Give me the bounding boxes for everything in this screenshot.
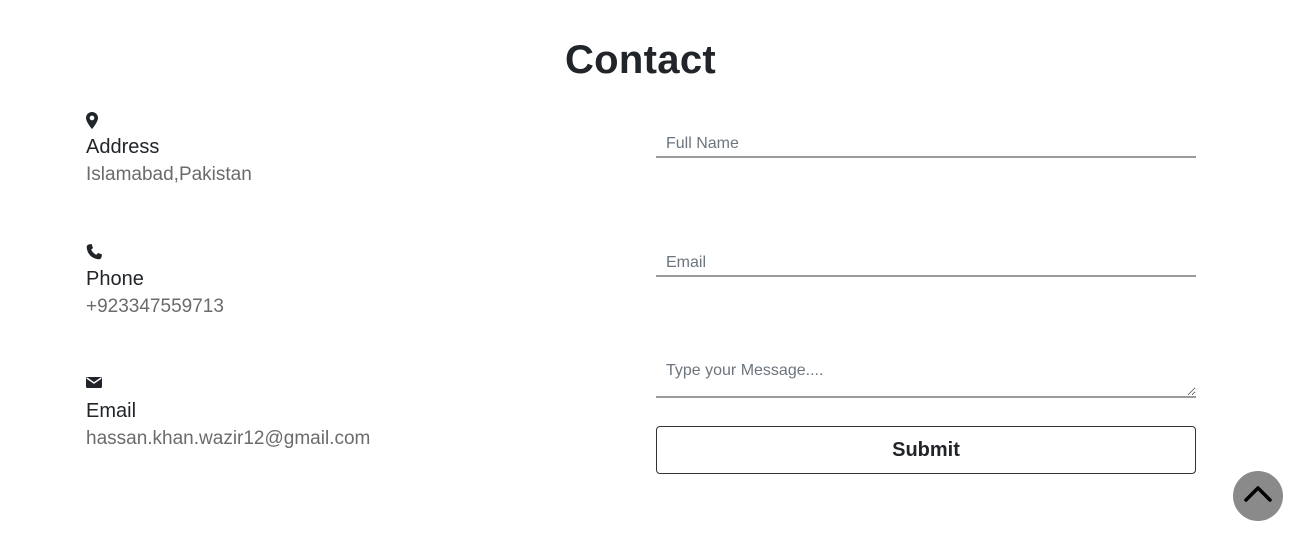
phone-value: +923347559713 xyxy=(86,296,224,317)
envelope-icon xyxy=(86,376,102,394)
phone-icon xyxy=(86,244,102,262)
submit-button[interactable]: Submit xyxy=(656,426,1196,474)
email-value: hassan.khan.wazir12@gmail.com xyxy=(86,428,371,449)
message-textarea[interactable] xyxy=(656,358,1196,398)
email-input[interactable] xyxy=(656,253,1196,277)
phone-label: Phone xyxy=(86,268,144,290)
full-name-input[interactable] xyxy=(656,134,1196,158)
email-block: Email hassan.khan.wazir12@gmail.com xyxy=(86,376,370,454)
scroll-to-top-button[interactable] xyxy=(1233,471,1283,521)
address-label: Address xyxy=(86,136,160,158)
contact-page: Contact Address Islamabad,Pakistan Phone… xyxy=(0,0,1293,544)
address-value: Islamabad,Pakistan xyxy=(86,164,252,185)
chevron-up-icon xyxy=(1243,484,1273,509)
email-label: Email xyxy=(86,400,137,422)
page-title: Contact xyxy=(565,38,716,82)
phone-block: Phone +923347559713 xyxy=(86,244,224,322)
map-marker-icon xyxy=(86,112,102,130)
address-block: Address Islamabad,Pakistan xyxy=(86,112,252,190)
